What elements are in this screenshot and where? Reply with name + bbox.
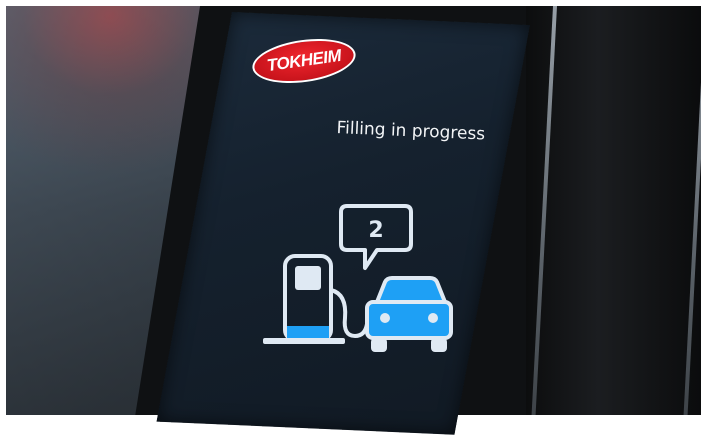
fuel-level-fill (287, 326, 329, 338)
car-icon (365, 276, 453, 352)
filling-illustration: 2 (255, 198, 455, 373)
speech-bubble-icon: 2 (339, 204, 413, 270)
pump-number: 2 (368, 218, 383, 243)
fuel-pump-icon (263, 254, 369, 344)
logo-text: TOKHEIM (265, 45, 343, 76)
